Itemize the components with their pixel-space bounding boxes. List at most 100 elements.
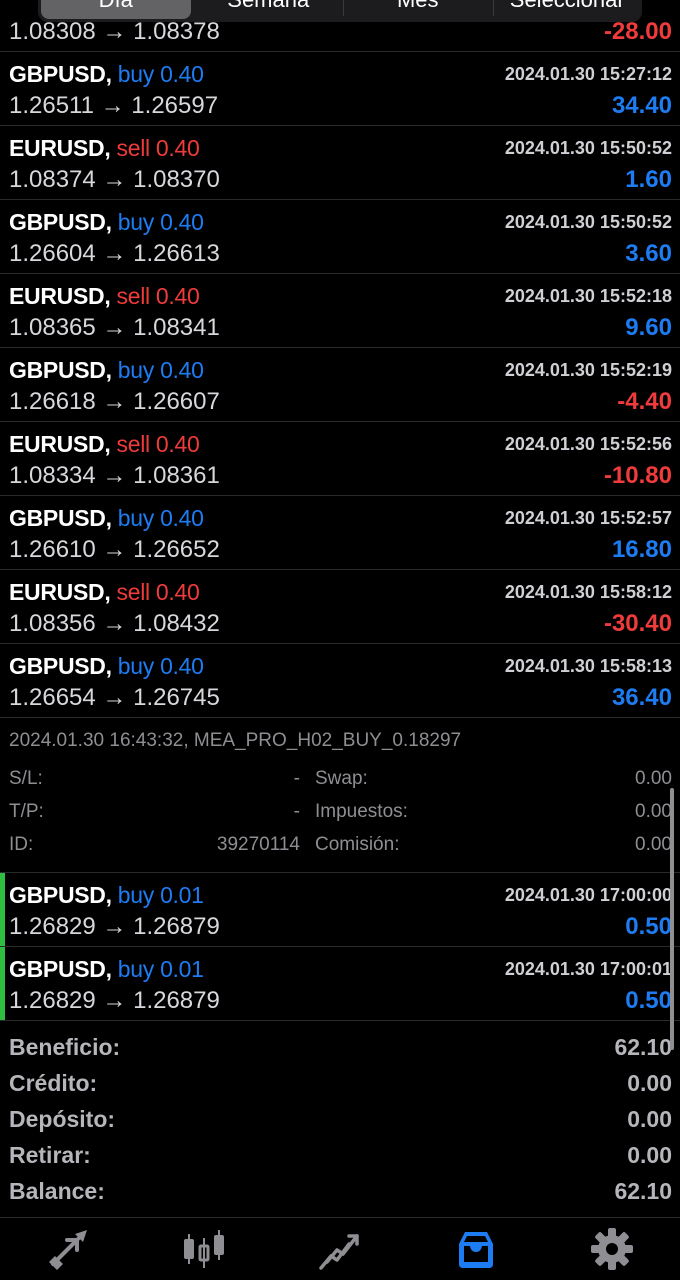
tp-value: - bbox=[293, 801, 300, 822]
deal-time: 2024.01.30 15:52:19 bbox=[504, 360, 672, 380]
sl-value: - bbox=[293, 768, 300, 789]
deal-profit: 0.50 bbox=[625, 913, 672, 940]
deal-row[interactable]: GBPUSD, buy 0.40 2024.01.30 15:52:57 1.266… bbox=[0, 496, 680, 570]
symbol-name: GBPUSD, bbox=[9, 209, 112, 235]
deal-row[interactable]: EURUSD, sell 0.40 2024.01.30 15:52:18 1.08… bbox=[0, 274, 680, 348]
deal-row[interactable]: EURUSD, sell 0.40 2024.01.30 15:50:52 1.08… bbox=[0, 126, 680, 200]
deal-direction: buy 0.40 bbox=[117, 357, 204, 383]
deal-prices: 1.26829 → 1.26879 bbox=[9, 987, 220, 1014]
trade-tab[interactable] bbox=[272, 1218, 408, 1280]
summary-value: 62.10 bbox=[614, 1034, 672, 1060]
deal-row[interactable]: GBPUSD, buy 0.01 2024.01.30 17:00:01 1.268… bbox=[0, 947, 680, 1021]
segment-1[interactable]: Semana bbox=[194, 0, 344, 22]
symbol-name: EURUSD, bbox=[9, 431, 111, 457]
deal-comment: 2024.01.30 16:43:32, MEA_PRO_H02_BUY_0.1… bbox=[9, 730, 462, 751]
arrows-icon bbox=[49, 1230, 87, 1270]
deal-prices: 1.08334 → 1.08361 bbox=[9, 462, 220, 489]
trend-icon bbox=[319, 1234, 359, 1270]
summary-row: Balance: 62.10 bbox=[0, 1174, 680, 1210]
deal-symbol: GBPUSD, buy 0.01 bbox=[9, 956, 204, 983]
deal-row[interactable]: GBPUSD, buy 0.40 2024.01.30 15:58:13 1.266… bbox=[0, 644, 680, 718]
deal-prices: 1.08365 → 1.08341 bbox=[9, 314, 220, 341]
period-segmented-control: DíaSemanaMesSeleccionar bbox=[38, 0, 642, 22]
tax-label: Impuestos: bbox=[315, 801, 408, 822]
quotes-tab[interactable] bbox=[0, 1218, 136, 1280]
deals-list: 1.08308 → 1.08378 -28.00 GBPUSD, buy 0.4… bbox=[0, 0, 680, 1021]
deal-symbol: EURUSD, sell 0.40 bbox=[9, 283, 200, 310]
deal-direction: sell 0.40 bbox=[116, 135, 200, 161]
tp-label: T/P: bbox=[9, 801, 44, 822]
deal-profit: -4.40 bbox=[617, 388, 672, 415]
detail-row-tp: T/P: - Impuestos: 0.00 bbox=[9, 801, 672, 831]
summary-value: 0.00 bbox=[627, 1106, 672, 1132]
deal-profit: 9.60 bbox=[625, 314, 672, 341]
deal-prices: 1.26829 → 1.26879 bbox=[9, 913, 220, 940]
deal-detail-panel: 2024.01.30 16:43:32, MEA_PRO_H02_BUY_0.1… bbox=[0, 718, 680, 873]
deal-symbol: EURUSD, sell 0.40 bbox=[9, 135, 200, 162]
deal-prices: 1.08308 → 1.08378 bbox=[9, 18, 220, 45]
settings-tab[interactable] bbox=[544, 1218, 680, 1280]
deal-profit: 3.60 bbox=[625, 240, 672, 267]
deal-profit: 1.60 bbox=[625, 166, 672, 193]
deal-direction: buy 0.01 bbox=[117, 956, 204, 982]
chart-tab[interactable] bbox=[136, 1218, 272, 1280]
deal-time: 2024.01.30 15:50:52 bbox=[504, 212, 672, 232]
deal-profit: 34.40 bbox=[611, 92, 672, 119]
deal-time: 2024.01.30 15:58:12 bbox=[504, 582, 672, 602]
deal-row[interactable]: GBPUSD, buy 0.40 2024.01.30 15:50:52 1.266… bbox=[0, 200, 680, 274]
detail-row-id: ID: 39270114 Comisión: 0.00 bbox=[9, 834, 672, 864]
deal-profit: -28.00 bbox=[603, 18, 672, 45]
history-tab[interactable] bbox=[408, 1218, 544, 1280]
deal-direction: buy 0.40 bbox=[117, 209, 204, 235]
summary-value: 0.00 bbox=[627, 1142, 672, 1168]
segment-3[interactable]: Seleccionar bbox=[492, 0, 643, 22]
swap-label: Swap: bbox=[315, 768, 368, 789]
symbol-name: GBPUSD, bbox=[9, 61, 112, 87]
segment-2[interactable]: Mes bbox=[343, 0, 493, 22]
deal-time: 2024.01.30 17:00:01 bbox=[504, 959, 672, 979]
deal-symbol: GBPUSD, buy 0.40 bbox=[9, 61, 204, 88]
summary-label: Balance: bbox=[9, 1178, 105, 1204]
deal-row[interactable]: GBPUSD, buy 0.40 2024.01.30 15:52:19 1.266… bbox=[0, 348, 680, 422]
deal-symbol: GBPUSD, buy 0.40 bbox=[9, 653, 204, 680]
symbol-name: GBPUSD, bbox=[9, 653, 112, 679]
deal-direction: sell 0.40 bbox=[116, 283, 200, 309]
deal-profit: 36.40 bbox=[611, 684, 672, 711]
summary-label: Depósito: bbox=[9, 1106, 116, 1132]
deal-row[interactable]: GBPUSD, buy 0.01 2024.01.30 17:00:00 1.268… bbox=[0, 873, 680, 947]
deal-profit: 0.50 bbox=[625, 987, 672, 1014]
tax-value: 0.00 bbox=[635, 801, 672, 822]
deal-prices: 1.26511 → 1.26597 bbox=[9, 92, 219, 119]
deal-symbol: GBPUSD, buy 0.01 bbox=[9, 882, 204, 909]
deal-profit: -30.40 bbox=[603, 610, 672, 637]
symbol-name: EURUSD, bbox=[9, 579, 111, 605]
deal-row[interactable]: EURUSD, sell 0.40 2024.01.30 15:52:56 1.08… bbox=[0, 422, 680, 496]
symbol-name: EURUSD, bbox=[9, 135, 111, 161]
summary-value: 62.10 bbox=[614, 1178, 672, 1204]
bottom-tab-bar bbox=[0, 1217, 680, 1280]
deal-time: 2024.01.30 15:50:52 bbox=[504, 138, 672, 158]
deal-prices: 1.26610 → 1.26652 bbox=[9, 536, 220, 563]
symbol-name: EURUSD, bbox=[9, 283, 111, 309]
detail-row-sl: S/L: - Swap: 0.00 bbox=[9, 768, 672, 798]
deal-time: 2024.01.30 15:52:57 bbox=[504, 508, 672, 528]
deal-direction: buy 0.01 bbox=[117, 882, 204, 908]
deal-row[interactable]: GBPUSD, buy 0.40 2024.01.30 15:27:12 1.265… bbox=[0, 52, 680, 126]
symbol-name: GBPUSD, bbox=[9, 956, 112, 982]
deal-direction: sell 0.40 bbox=[116, 431, 200, 457]
deal-symbol: GBPUSD, buy 0.40 bbox=[9, 209, 204, 236]
inbox-icon bbox=[459, 1232, 493, 1268]
scrollbar[interactable] bbox=[670, 788, 674, 1050]
summary-row: Retirar: 0.00 bbox=[0, 1138, 680, 1174]
symbol-name: GBPUSD, bbox=[9, 357, 112, 383]
deal-prices: 1.08374 → 1.08370 bbox=[9, 166, 220, 193]
deal-prices: 1.26604 → 1.26613 bbox=[9, 240, 220, 267]
symbol-name: GBPUSD, bbox=[9, 882, 112, 908]
id-label: ID: bbox=[9, 834, 34, 855]
deal-row[interactable]: EURUSD, sell 0.40 2024.01.30 15:58:12 1.08… bbox=[0, 570, 680, 644]
deal-direction: buy 0.40 bbox=[117, 653, 204, 679]
swap-value: 0.00 bbox=[635, 768, 672, 789]
segment-0[interactable]: Día bbox=[41, 0, 191, 19]
deal-time: 2024.01.30 15:58:13 bbox=[504, 656, 672, 676]
id-value: 39270114 bbox=[216, 834, 300, 855]
